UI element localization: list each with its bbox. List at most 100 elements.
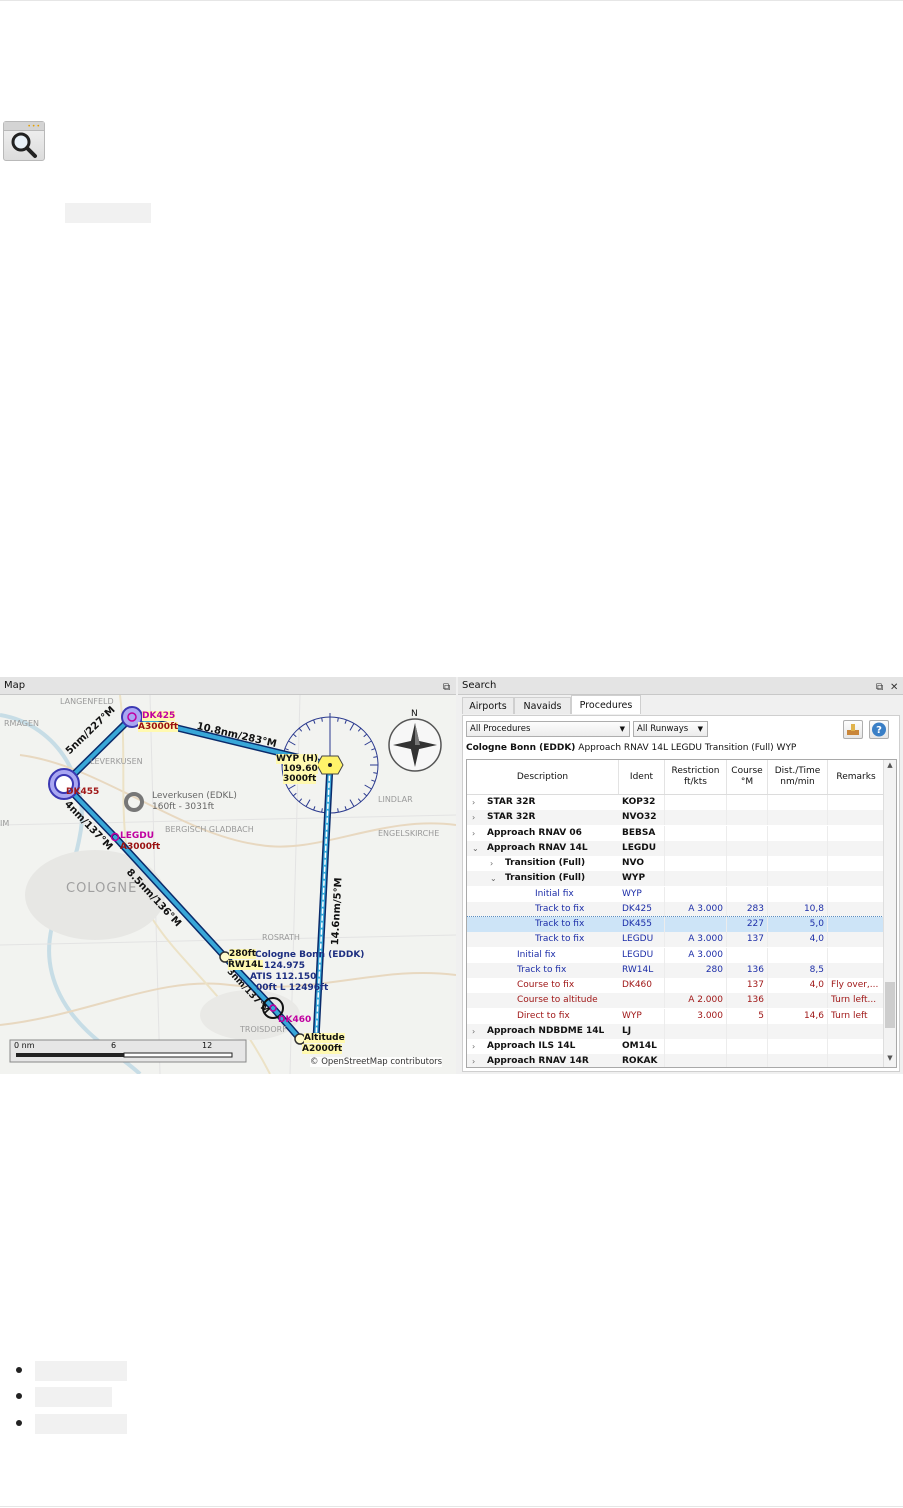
list-item-placeholder	[35, 1361, 127, 1381]
search-title: Search	[462, 680, 497, 691]
town-label: ROSRATH	[262, 933, 300, 942]
table-row[interactable]: Track to fix DK455 227 5,0	[467, 916, 886, 933]
row-restriction	[668, 886, 727, 902]
table-row[interactable]: Track to fix RW14L 280 136 8,5	[467, 962, 885, 978]
row-remarks	[831, 917, 885, 932]
row-description: Direct to fix	[517, 1010, 570, 1021]
row-distance	[771, 856, 828, 871]
chevron-right-icon[interactable]: ›	[472, 795, 475, 810]
column-header-course[interactable]: Course °M	[727, 760, 768, 794]
map-view[interactable]: LANGENFELD LEVERKUSEN BERGISCH GLADBACH …	[0, 695, 456, 1074]
airport-label: 124.975	[264, 961, 305, 971]
table-row[interactable]: › STAR 32R NVO32	[467, 810, 885, 826]
row-remarks	[831, 1023, 885, 1039]
eraser-icon	[847, 724, 859, 735]
row-course	[730, 856, 768, 871]
row-distance	[771, 840, 828, 856]
chevron-right-icon[interactable]: ›	[472, 1024, 475, 1039]
chevron-right-icon[interactable]: ›	[472, 810, 475, 825]
table-row[interactable]: ⌄ Transition (Full) WYP	[467, 871, 885, 887]
search-panel: Airports Navaids Procedures All Procedur…	[458, 695, 903, 1074]
table-row[interactable]: › Approach ILS 14L OM14L	[467, 1039, 885, 1054]
chevron-right-icon[interactable]: ›	[472, 1054, 475, 1067]
chevron-right-icon[interactable]: ›	[490, 856, 493, 871]
row-remarks	[831, 932, 885, 948]
row-ident: DK455	[622, 917, 665, 932]
row-course	[730, 810, 768, 826]
table-row[interactable]: Initial fix WYP	[467, 886, 885, 902]
table-row[interactable]: › Approach RNAV 14R ROKAK	[467, 1054, 885, 1067]
airport-label: Leverkusen (EDKL)	[152, 791, 237, 801]
runway-filter-select[interactable]: All Runways ▼	[633, 721, 708, 737]
column-header-remarks[interactable]: Remarks	[828, 760, 885, 794]
chevron-down-icon: ▼	[697, 725, 703, 733]
table-row[interactable]: Course to altitude A 2.000 136 Turn left...	[467, 993, 885, 1009]
row-distance: 14,6	[771, 1008, 828, 1024]
vertical-scrollbar[interactable]: ▲ ▼	[883, 760, 896, 1067]
row-course: 137	[730, 932, 768, 948]
chevron-down-icon[interactable]: ⌄	[472, 841, 479, 856]
row-course: 227	[730, 917, 768, 932]
row-description: STAR 32R	[487, 797, 536, 807]
table-row[interactable]: Course to fix DK460 137 4,0 Fly over,...	[467, 978, 885, 993]
scroll-down-icon[interactable]: ▼	[885, 1054, 895, 1062]
chevron-right-icon[interactable]: ›	[472, 826, 475, 841]
row-course: 283	[730, 901, 768, 917]
row-distance	[771, 810, 828, 826]
row-restriction: A 3.000	[668, 932, 727, 948]
clear-selection-button[interactable]	[843, 720, 863, 739]
chevron-right-icon[interactable]: ›	[472, 1039, 475, 1054]
chevron-down-icon[interactable]: ⌄	[490, 871, 497, 886]
row-restriction	[668, 856, 727, 871]
waypoint-label: 109.60	[283, 764, 318, 774]
scroll-up-icon[interactable]: ▲	[885, 761, 895, 769]
row-restriction	[668, 917, 727, 932]
row-ident: BEBSA	[622, 825, 665, 841]
tab-navaids[interactable]: Navaids	[514, 697, 571, 714]
row-restriction	[668, 1023, 727, 1039]
table-row[interactable]: › Approach RNAV 06 BEBSA	[467, 825, 885, 841]
row-ident: OM14L	[622, 1039, 665, 1054]
table-row[interactable]: Track to fix LEGDU A 3.000 137 4,0	[467, 932, 885, 948]
row-course: 5	[730, 1008, 768, 1024]
runway-filter-value: All Runways	[637, 724, 689, 734]
row-course	[730, 840, 768, 856]
column-header-ident[interactable]: Ident	[619, 760, 665, 794]
airport-label: ATIS 112.150	[250, 972, 317, 982]
row-distance	[771, 1039, 828, 1054]
row-course	[730, 947, 768, 963]
row-ident: LEGDU	[622, 932, 665, 948]
procedure-tree-table[interactable]: Description Ident Restriction ft/kts Cour…	[466, 759, 897, 1068]
table-row[interactable]: Direct to fix WYP 3.000 5 14,6 Turn left	[467, 1008, 885, 1024]
column-header-description[interactable]: Description	[467, 760, 619, 794]
table-row[interactable]: › Approach NDBDME 14L LJ	[467, 1023, 885, 1039]
help-button[interactable]: ?	[869, 720, 889, 739]
scale-label: 6	[111, 1041, 117, 1050]
row-description: Transition (Full)	[505, 858, 586, 868]
row-course	[730, 1039, 768, 1054]
row-remarks: Turn left...	[831, 993, 885, 1009]
row-ident: NVO32	[622, 810, 665, 826]
procedure-filter-select[interactable]: All Procedures ▼	[466, 721, 630, 737]
tab-airports[interactable]: Airports	[462, 697, 514, 714]
procedure-heading-airport: Cologne Bonn (EDDK)	[466, 743, 576, 753]
row-description: Track to fix	[535, 934, 585, 945]
tab-procedures[interactable]: Procedures	[571, 695, 641, 714]
column-header-restriction[interactable]: Restriction ft/kts	[665, 760, 727, 794]
town-label: LINDLAR	[378, 795, 413, 804]
table-row[interactable]: Initial fix LEGDU A 3.000	[467, 947, 885, 963]
table-row[interactable]: ⌄ Approach RNAV 14L LEGDU	[467, 840, 885, 856]
table-row[interactable]: › Transition (Full) NVO	[467, 856, 885, 871]
waypoint-label: LEGDU	[120, 831, 155, 841]
row-course: 136	[730, 993, 768, 1009]
row-remarks	[831, 1039, 885, 1054]
row-restriction	[668, 795, 727, 810]
row-distance	[771, 795, 828, 810]
row-remarks: Fly over,...	[831, 978, 885, 993]
table-row[interactable]: › STAR 32R KOP32	[467, 795, 885, 810]
column-header-distance[interactable]: Dist./Time nm/min	[768, 760, 828, 794]
table-row[interactable]: Track to fix DK425 A 3.000 283 10,8	[467, 901, 885, 917]
waypoint-label: DK460	[278, 1015, 312, 1025]
scrollbar-thumb[interactable]	[885, 982, 895, 1028]
row-remarks	[831, 810, 885, 826]
